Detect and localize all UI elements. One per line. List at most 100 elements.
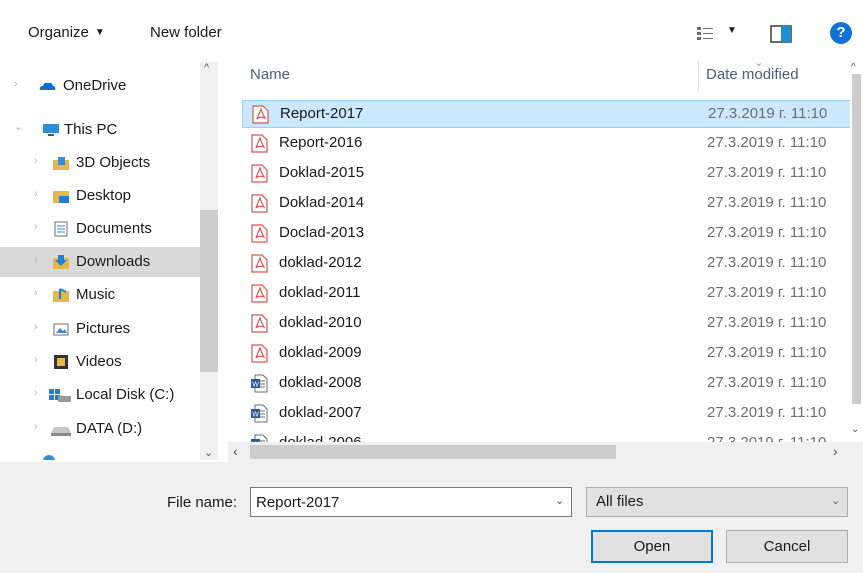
- nav-item-data-drive[interactable]: › DATA (D:): [0, 414, 200, 444]
- file-name: doklad-2007: [279, 404, 362, 421]
- nav-item-music[interactable]: › Music: [0, 280, 200, 310]
- local-disk-icon: [49, 389, 71, 402]
- chevron-right-icon[interactable]: ›: [34, 421, 46, 435]
- organize-button[interactable]: Organize ▼: [28, 24, 105, 41]
- file-date-modified: 27.3.2019 г. 11:10: [707, 314, 827, 331]
- file-name: Report-2016: [279, 134, 363, 151]
- scroll-up-icon[interactable]: ^: [851, 62, 856, 73]
- file-row[interactable]: Doklad-2015 27.3.2019 г. 11:10: [242, 160, 850, 188]
- file-row[interactable]: doklad-2009 27.3.2019 г. 11:10: [242, 340, 850, 368]
- desktop-folder-icon: [53, 191, 69, 203]
- file-row[interactable]: Wdoklad-2008 27.3.2019 г. 11:10: [242, 370, 850, 398]
- nav-item-onedrive[interactable]: › OneDrive: [0, 71, 200, 101]
- preview-pane-icon[interactable]: [770, 25, 792, 43]
- chevron-right-icon[interactable]: ›: [34, 321, 46, 335]
- scroll-right-icon[interactable]: ›: [833, 443, 838, 459]
- pdf-file-icon: [251, 284, 268, 303]
- chevron-right-icon[interactable]: ›: [34, 221, 46, 235]
- scroll-up-icon[interactable]: ^: [204, 62, 209, 74]
- file-name-label: File name:: [167, 494, 238, 511]
- word-document-icon: W: [251, 434, 268, 442]
- downloads-icon: [53, 255, 69, 269]
- nav-label: OneDrive: [63, 77, 127, 94]
- chevron-right-icon[interactable]: ›: [14, 78, 26, 92]
- file-row[interactable]: Doklad-2014 27.3.2019 г. 11:10: [242, 190, 850, 218]
- new-folder-button[interactable]: New folder: [150, 24, 222, 41]
- pdf-file-icon: [251, 164, 268, 183]
- bottom-panel: File name: ⌄ All files ⌄ Open Cancel: [0, 462, 863, 573]
- scroll-left-icon[interactable]: ‹: [233, 443, 238, 459]
- list-horizontal-scrollbar[interactable]: ‹ ›: [228, 442, 863, 462]
- scrollbar-thumb[interactable]: [852, 74, 861, 404]
- chevron-down-icon[interactable]: ⌄: [14, 120, 26, 134]
- file-date-modified: 27.3.2019 г. 11:10: [707, 434, 826, 442]
- file-row[interactable]: doklad-2011 27.3.2019 г. 11:10: [242, 280, 850, 308]
- file-name-input[interactable]: [250, 487, 572, 517]
- chevron-right-icon[interactable]: ›: [34, 155, 46, 169]
- change-view-button[interactable]: ▼: [697, 25, 745, 45]
- chevron-right-icon[interactable]: ›: [34, 287, 46, 301]
- pdf-file-icon: [251, 134, 268, 153]
- scroll-down-icon[interactable]: ⌄: [204, 446, 213, 459]
- column-separator[interactable]: [698, 62, 699, 92]
- file-name-dropdown-icon[interactable]: ⌄: [555, 494, 564, 507]
- navigation-pane[interactable]: › OneDrive ⌄ This PC › 3D Objects › Desk…: [0, 62, 225, 460]
- nav-item-this-pc[interactable]: ⌄ This PC: [0, 115, 200, 145]
- file-date-modified: 27.3.2019 г. 11:10: [708, 105, 828, 122]
- file-list[interactable]: Name ⌄ Date modified Report-2017 27.3.201…: [240, 62, 850, 442]
- open-button[interactable]: Open: [591, 530, 713, 563]
- file-date-modified: 27.3.2019 г. 11:10: [707, 134, 827, 151]
- file-type-select[interactable]: All files ⌄: [586, 487, 848, 517]
- network-icon: [43, 455, 55, 460]
- file-name: Report-2017: [280, 105, 364, 122]
- nav-label: Documents: [76, 220, 152, 237]
- chevron-right-icon[interactable]: ›: [34, 387, 46, 401]
- column-header-name[interactable]: Name: [250, 66, 290, 83]
- file-name: doklad-2012: [279, 254, 362, 271]
- help-button[interactable]: ?: [830, 22, 852, 44]
- pc-icon: [43, 124, 59, 136]
- file-name: Doklad-2014: [279, 194, 365, 211]
- column-headers: Name ⌄ Date modified: [240, 62, 850, 98]
- file-row[interactable]: Doclad-2013 27.3.2019 г. 11:10: [242, 220, 850, 248]
- chevron-right-icon[interactable]: ›: [34, 254, 46, 268]
- file-name: doklad-2011: [279, 284, 361, 301]
- videos-icon: [54, 355, 68, 369]
- onedrive-icon: [39, 82, 56, 90]
- nav-item-network[interactable]: [0, 446, 200, 460]
- pictures-icon: [53, 323, 69, 336]
- nav-item-pictures[interactable]: › Pictures: [0, 314, 200, 344]
- nav-item-local-disk[interactable]: › Local Disk (C:): [0, 380, 200, 410]
- drive-icon: [51, 427, 71, 436]
- scrollbar-thumb[interactable]: [200, 210, 218, 372]
- nav-item-desktop[interactable]: › Desktop: [0, 181, 200, 211]
- file-row[interactable]: doklad-2012 27.3.2019 г. 11:10: [242, 250, 850, 278]
- documents-icon: [54, 221, 68, 237]
- scrollbar-thumb[interactable]: [250, 445, 616, 459]
- file-row[interactable]: Report-2016 27.3.2019 г. 11:10: [242, 130, 850, 158]
- word-document-icon: W: [251, 404, 268, 423]
- organize-label: Organize: [28, 24, 89, 41]
- nav-scrollbar[interactable]: ^ ⌄: [200, 62, 218, 460]
- chevron-right-icon[interactable]: ›: [34, 354, 46, 368]
- cancel-button[interactable]: Cancel: [726, 530, 848, 563]
- nav-item-videos[interactable]: › Videos: [0, 347, 200, 377]
- file-date-modified: 27.3.2019 г. 11:10: [707, 224, 827, 241]
- file-row[interactable]: Wdoklad-2006 27.3.2019 г. 11:10: [242, 430, 850, 442]
- caret-down-icon: ▼: [94, 27, 105, 38]
- view-details-icon: [697, 27, 713, 40]
- toolbar: Organize ▼ New folder ▼ ?: [0, 0, 863, 62]
- scroll-down-icon[interactable]: ⌄: [851, 424, 859, 435]
- nav-item-3d-objects[interactable]: › 3D Objects: [0, 148, 200, 178]
- file-date-modified: 27.3.2019 г. 11:10: [707, 284, 827, 301]
- file-row[interactable]: Wdoklad-2007 27.3.2019 г. 11:10: [242, 400, 850, 428]
- file-type-value: All files: [596, 493, 644, 510]
- column-header-date[interactable]: Date modified: [706, 66, 799, 83]
- nav-item-documents[interactable]: › Documents: [0, 214, 200, 244]
- nav-item-downloads[interactable]: › Downloads: [0, 247, 200, 277]
- chevron-right-icon[interactable]: ›: [34, 188, 46, 202]
- list-vertical-scrollbar[interactable]: ^ ⌄: [850, 62, 863, 442]
- file-row[interactable]: doklad-2010 27.3.2019 г. 11:10: [242, 310, 850, 338]
- nav-label: Videos: [76, 353, 122, 370]
- file-row[interactable]: Report-2017 27.3.2019 г. 11:10: [242, 100, 850, 128]
